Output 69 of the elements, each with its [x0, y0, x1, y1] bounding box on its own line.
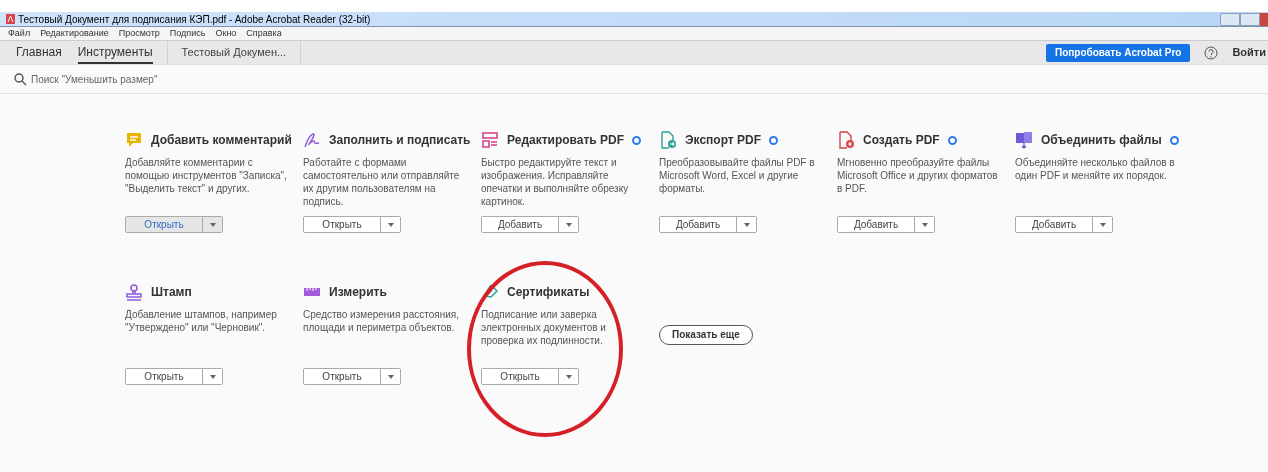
- document-tab[interactable]: Тестовый Докумен...: [166, 41, 302, 64]
- tool-title: Добавить комментарий: [151, 132, 292, 149]
- search-field[interactable]: Поиск "Уменьшить размер": [14, 71, 231, 87]
- caret-icon: [565, 374, 572, 379]
- close-button[interactable]: [1260, 12, 1268, 26]
- tool-action-button[interactable]: Открыть: [126, 217, 202, 232]
- menu-item[interactable]: Просмотр: [118, 26, 160, 41]
- stamp-icon: [125, 283, 143, 301]
- caret-icon: [565, 222, 572, 227]
- search-icon: [14, 72, 27, 86]
- caret-icon: [921, 222, 928, 227]
- tool-description: Быстро редактируйте текст и изображения. Исправляйте опечатки и выполняйте обрезку картинок.: [481, 156, 630, 209]
- dropdown-button[interactable]: [202, 369, 222, 384]
- pen-icon: [303, 131, 321, 149]
- dropdown-button[interactable]: [1092, 217, 1112, 232]
- try-pro-button[interactable]: Попробовать Acrobat Pro: [1045, 43, 1191, 62]
- caret-icon: [209, 222, 216, 227]
- sign-in-link[interactable]: Войти: [1232, 44, 1266, 61]
- pdf-app-icon: [6, 14, 15, 24]
- tool-action-button[interactable]: Открыть: [304, 369, 380, 384]
- dropdown-button[interactable]: [380, 369, 400, 384]
- menu-item[interactable]: Файл: [8, 26, 31, 41]
- tool-title: Объединить файлы: [1041, 132, 1162, 149]
- tool-action-button[interactable]: Добавить: [660, 217, 736, 232]
- dropdown-button[interactable]: [914, 217, 934, 232]
- tool-title: Измерить: [329, 284, 387, 301]
- dropdown-button[interactable]: [558, 217, 578, 232]
- tool-title: Сертификаты: [507, 284, 590, 301]
- tool-description: Добавляйте комментарии с помощью инструментов "Записка", "Выделить текст" и других.: [125, 156, 288, 196]
- show-more-button[interactable]: Показать еще: [659, 324, 753, 345]
- tool-description: Добавление штампов, например "Утверждено" или "Черновик".: [125, 308, 278, 335]
- tool-description: Подписание или заверка электронных документов и проверка их подлинности.: [481, 308, 607, 348]
- caret-icon: [387, 222, 394, 227]
- comment-icon: [125, 131, 143, 149]
- tool-action-button[interactable]: Открыть: [126, 369, 202, 384]
- tool-description: Мгновенно преобразуйте файлы Microsoft Office и других форматов в PDF.: [837, 156, 999, 196]
- menu-item[interactable]: Подпись: [169, 26, 206, 41]
- tool-action-button[interactable]: Открыть: [304, 217, 380, 232]
- dropdown-button[interactable]: [736, 217, 756, 232]
- caret-icon: [209, 374, 216, 379]
- tool-title: Редактировать PDF: [507, 132, 625, 149]
- tool-title: Заполнить и подписать: [329, 132, 471, 149]
- tool-title: Создать PDF: [863, 132, 940, 149]
- caret-icon: [743, 222, 750, 227]
- dropdown-button[interactable]: [558, 369, 578, 384]
- tool-description: Средство измерения расстояния, площади и периметра объектов.: [303, 308, 460, 335]
- help-icon[interactable]: [1204, 45, 1219, 60]
- window-title: Тестовый Документ для подписания КЭП.pdf - Adobe Acrobat Reader (32-bit): [18, 12, 371, 27]
- menu-item[interactable]: Редактирование: [40, 26, 109, 41]
- tool-description: Работайте с формами самостоятельно или отправляйте их другим пользователям на подпись.: [303, 156, 461, 209]
- nav-tab[interactable]: Главная: [16, 41, 62, 64]
- files-icon: [1015, 131, 1033, 149]
- tool-action-button[interactable]: Добавить: [1016, 217, 1092, 232]
- dropdown-button[interactable]: [380, 217, 400, 232]
- tool-title: Штамп: [151, 284, 192, 301]
- menu-item[interactable]: Справка: [246, 26, 282, 41]
- menu-item[interactable]: Окно: [215, 26, 237, 41]
- document-plus-icon: [837, 131, 855, 149]
- tool-action-button[interactable]: Открыть: [482, 369, 558, 384]
- tool-action-button[interactable]: Добавить: [482, 217, 558, 232]
- edit-layout-icon: [481, 131, 499, 149]
- caret-icon: [387, 374, 394, 379]
- tool-description: Объединяйте несколько файлов в один PDF и меняйте их порядок.: [1015, 156, 1176, 183]
- document-arrow-icon: [659, 131, 677, 149]
- caret-icon: [1099, 222, 1106, 227]
- tool-action-button[interactable]: Добавить: [838, 217, 914, 232]
- tool-description: Преобразовывайте файлы PDF в Microsoft Word, Excel и другие форматы.: [659, 156, 816, 196]
- dropdown-button[interactable]: [202, 217, 222, 232]
- tool-title: Экспорт PDF: [685, 132, 762, 149]
